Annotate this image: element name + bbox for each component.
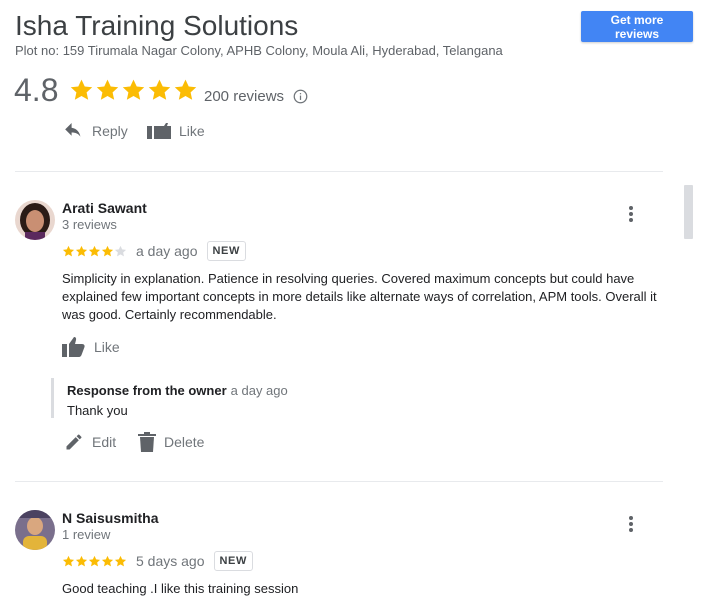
review-like-label: Like <box>94 339 120 355</box>
reply-action[interactable]: Reply <box>64 123 128 139</box>
star-filled-icon <box>75 555 88 566</box>
star-filled-icon <box>62 245 75 256</box>
delete-action[interactable]: Delete <box>138 432 204 452</box>
owner-response-label: Response from the owner <box>67 383 227 398</box>
star-filled-icon <box>174 79 197 100</box>
total-reviews-count: 200 reviews <box>204 88 285 105</box>
new-badge: NEW <box>213 551 253 571</box>
owner-response-header: Response from the owner a day ago <box>67 378 627 398</box>
average-rating: 4.8 <box>14 72 59 108</box>
reviewer-review-count: 1 review <box>62 527 111 542</box>
review-rating-row: a day ago NEW <box>62 241 246 261</box>
star-empty-icon <box>114 245 127 256</box>
business-name: Isha Training Solutions <box>15 10 299 41</box>
pencil-icon <box>66 434 82 450</box>
delete-label: Delete <box>164 434 205 450</box>
star-filled-icon <box>88 555 101 566</box>
owner-response: Response from the owner a day ago Thank y… <box>51 378 627 418</box>
star-filled-icon <box>75 245 88 256</box>
review-text: Good teaching .I like this training sess… <box>62 581 299 596</box>
get-more-reviews-button[interactable]: Get more reviews <box>581 11 693 42</box>
reply-icon <box>65 123 81 137</box>
star-filled-icon <box>62 555 75 566</box>
scrollbar-thumb[interactable] <box>684 185 693 239</box>
edit-action[interactable]: Edit <box>64 432 116 452</box>
reviewer-review-count: 3 reviews <box>62 217 117 232</box>
review-time: a day ago <box>136 243 198 259</box>
new-badge: NEW <box>206 241 246 261</box>
trash-icon <box>138 432 156 452</box>
review-divider <box>15 481 663 482</box>
reply-label: Reply <box>92 123 128 139</box>
business-address: Plot no: 159 Tirumala Nagar Colony, APHB… <box>15 43 503 58</box>
review-like-action[interactable]: Like <box>62 337 120 357</box>
star-filled-icon <box>114 555 127 566</box>
header-like-label: Like <box>179 123 205 139</box>
review-time: 5 days ago <box>136 553 205 569</box>
star-filled-icon <box>70 79 93 100</box>
like-icon <box>147 123 171 139</box>
reviewer-name[interactable]: Arati Sawant <box>62 200 147 216</box>
review-stars <box>62 245 127 258</box>
star-filled-icon <box>122 79 145 100</box>
more-options-icon[interactable] <box>619 202 643 226</box>
reviewer-avatar[interactable] <box>15 510 55 550</box>
reviewer-name[interactable]: N Saisusmitha <box>62 510 158 526</box>
review-text: Simplicity in explanation. Patience in r… <box>62 271 657 322</box>
star-filled-icon <box>96 79 119 100</box>
star-filled-icon <box>101 555 114 566</box>
star-filled-icon <box>88 245 101 256</box>
average-rating-stars <box>69 78 198 103</box>
star-filled-icon <box>101 245 114 256</box>
review-stars <box>62 555 127 568</box>
review-rating-row: 5 days ago NEW <box>62 551 253 571</box>
info-icon[interactable] <box>293 89 308 104</box>
owner-response-text: Thank you <box>67 403 128 418</box>
more-options-icon[interactable] <box>619 512 643 536</box>
header-divider <box>15 171 663 172</box>
reviewer-avatar[interactable] <box>15 200 55 240</box>
edit-label: Edit <box>92 434 117 450</box>
owner-response-time: a day ago <box>230 383 288 398</box>
star-filled-icon <box>148 79 171 100</box>
thumbs-up-icon <box>62 337 85 357</box>
header-like-action[interactable]: Like <box>147 123 205 139</box>
